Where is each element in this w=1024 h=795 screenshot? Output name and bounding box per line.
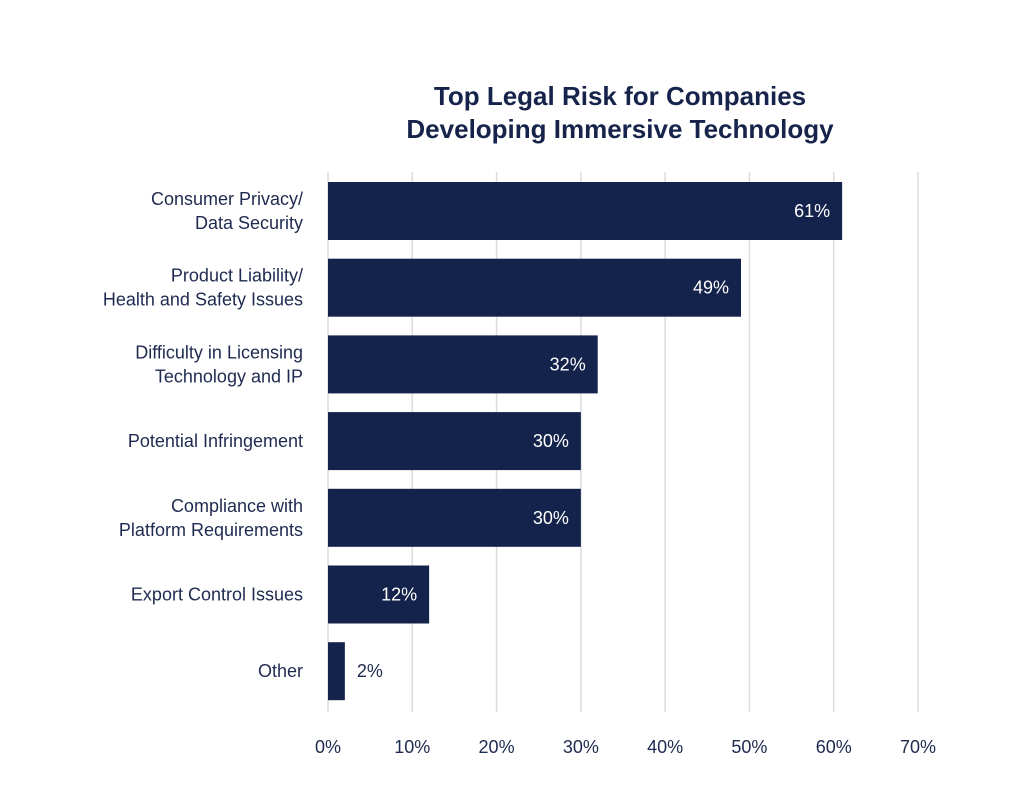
bar <box>328 182 843 240</box>
x-tick-label: 60% <box>816 737 852 757</box>
category-label: Data Security <box>195 213 303 233</box>
category-label: Export Control Issues <box>131 585 303 605</box>
bars: 61% 49% 32% 30% 30% 12% 2% <box>328 182 843 701</box>
bar-value-label: 32% <box>550 354 586 374</box>
category-label: Compliance with <box>171 496 303 516</box>
category-label: Platform Requirements <box>119 520 303 540</box>
bar-value-label: 30% <box>533 508 569 528</box>
category-label: Consumer Privacy/ <box>151 189 303 209</box>
category-label: Health and Safety Issues <box>103 290 303 310</box>
bar-chart: 61% 49% 32% 30% 30% 12% 2% Consumer Privacy/Da… <box>103 172 936 757</box>
category-label: Other <box>258 661 303 681</box>
bar-value-label: 12% <box>381 585 417 605</box>
category-label: Potential Infringement <box>128 431 303 451</box>
x-tick-label: 50% <box>731 737 767 757</box>
x-tick-label: 40% <box>647 737 683 757</box>
bar-value-label: 2% <box>357 661 383 681</box>
bar-value-label: 30% <box>533 431 569 451</box>
bar-value-label: 49% <box>693 278 729 298</box>
x-tick-label: 0% <box>315 737 341 757</box>
x-tick-label: 10% <box>394 737 430 757</box>
category-label: Product Liability/ <box>171 266 303 286</box>
category-label: Technology and IP <box>155 366 303 386</box>
x-axis-tick-labels: 0% 10% 20% 30% 40% 50% 60% 70% <box>315 737 936 757</box>
x-tick-label: 70% <box>900 737 936 757</box>
bar <box>328 642 345 701</box>
x-tick-label: 30% <box>563 737 599 757</box>
category-label: Difficulty in Licensing <box>135 342 303 362</box>
bar <box>328 258 741 317</box>
category-labels: Consumer Privacy/Data Security Product Li… <box>103 189 303 681</box>
bar-value-label: 61% <box>794 201 830 221</box>
x-tick-label: 20% <box>479 737 515 757</box>
